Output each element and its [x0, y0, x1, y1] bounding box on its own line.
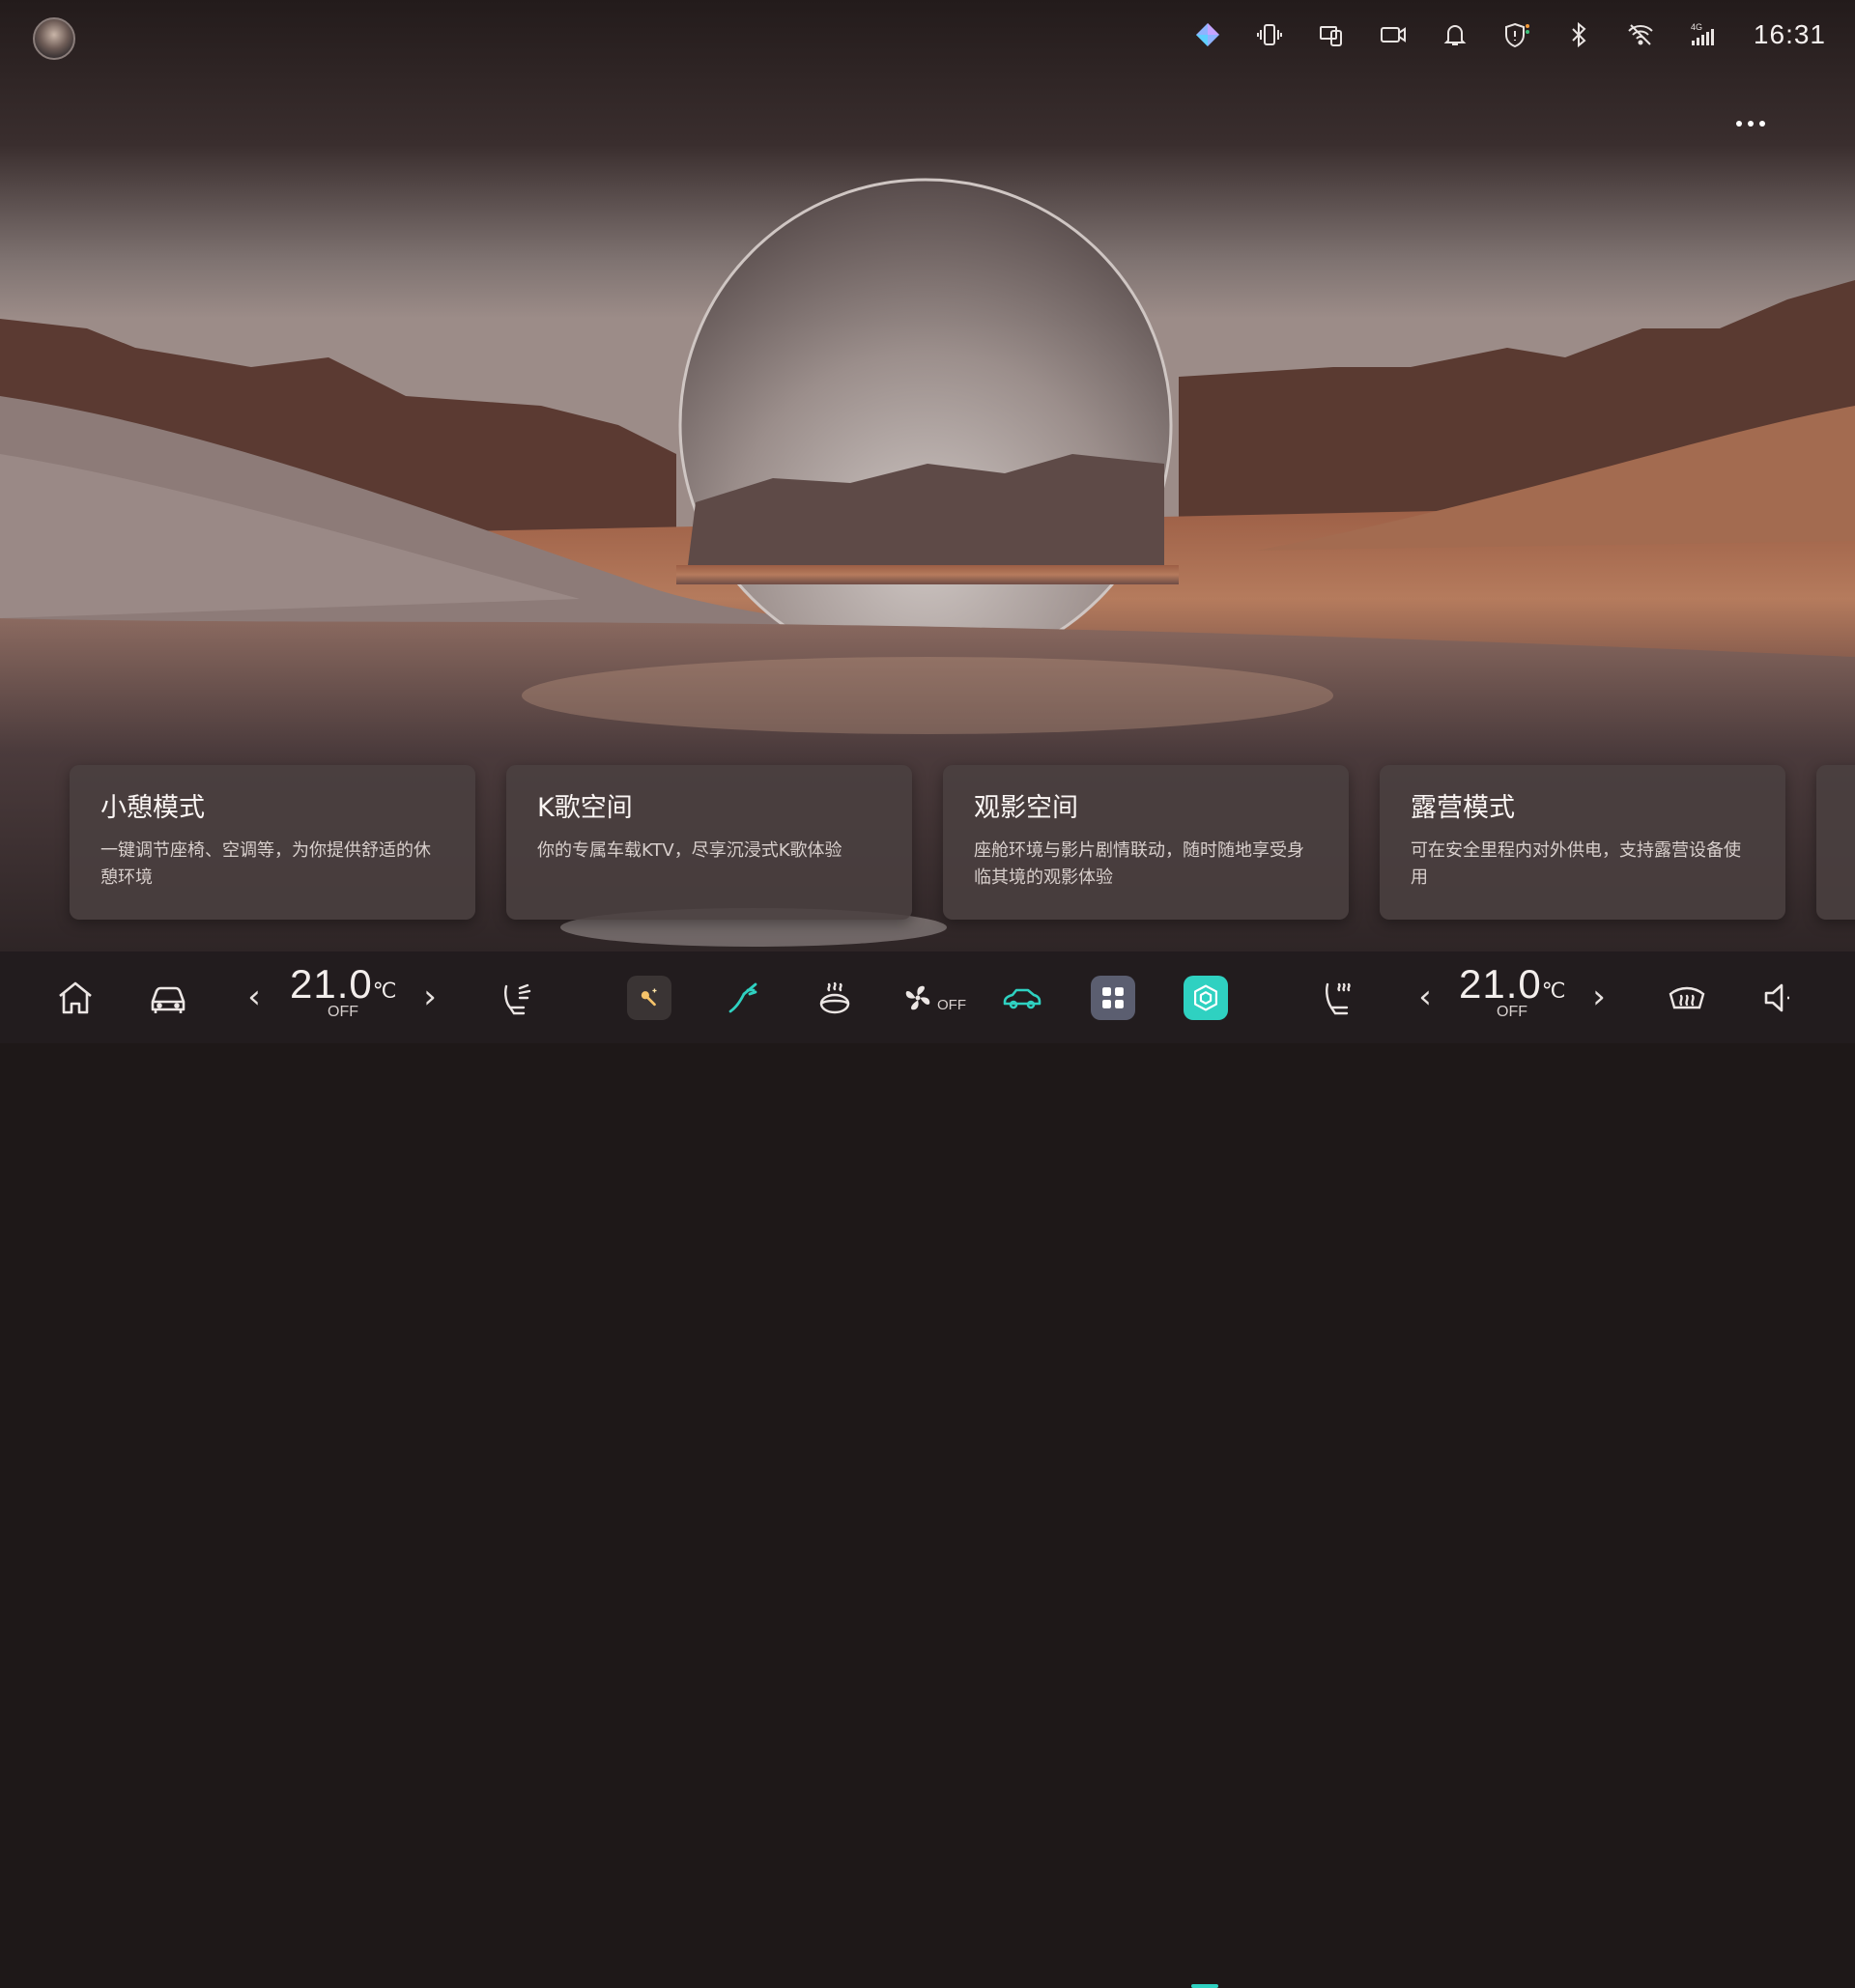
more-dot-icon — [1748, 121, 1754, 127]
right-temperature[interactable]: 21.0℃ OFF — [1459, 961, 1565, 1021]
more-dot-icon — [1759, 121, 1765, 127]
more-dot-icon — [1736, 121, 1742, 127]
card-desc: 座舱环境与影片剧情联动，随时随地享受身临其境的观影体验 — [974, 840, 1304, 888]
left-temp-value: 21.0 — [290, 961, 373, 1007]
card-title: 观影空间 — [974, 793, 1078, 823]
card-partial-next[interactable] — [1816, 765, 1855, 920]
magic-wand-icon — [627, 976, 671, 1020]
heated-seat-icon[interactable] — [1316, 969, 1362, 1027]
fan-icon — [905, 985, 930, 1010]
scene-mode-icon — [1184, 976, 1228, 1020]
scene-mode-button[interactable] — [1183, 969, 1229, 1027]
card-title: K歌空间 — [537, 793, 633, 823]
card-desc: 可在安全里程内对外供电，支持露营设备使用 — [1411, 840, 1741, 888]
camera-icon[interactable] — [1377, 18, 1410, 51]
wifi-icon[interactable] — [1624, 18, 1657, 51]
home-icon[interactable] — [52, 969, 99, 1027]
magic-wand-button[interactable] — [626, 969, 672, 1027]
clock: 16:31 — [1753, 19, 1826, 49]
wiper-icon[interactable] — [721, 969, 767, 1027]
screen-cast-icon[interactable] — [1315, 18, 1348, 51]
card-karaoke-space[interactable]: K歌空间 你的专属车载KTV，尽享沉浸式K歌体验 — [506, 765, 912, 920]
seat-heat-icon[interactable] — [812, 969, 858, 1027]
svg-text:4G: 4G — [1691, 22, 1702, 32]
seat-airflow-icon[interactable] — [495, 969, 541, 1027]
card-cinema-space[interactable]: 观影空间 座舱环境与影片剧情联动，随时随地享受身临其境的观影体验 — [943, 765, 1349, 920]
bell-icon[interactable] — [1439, 18, 1471, 51]
status-bar: 4G 16:31 — [1191, 14, 1826, 56]
card-rest-mode[interactable]: 小憩模式 一键调节座椅、空调等，为你提供舒适的休憩环境 — [70, 765, 475, 920]
right-temp-increase-button[interactable]: › — [1584, 973, 1613, 1021]
app-grid-button[interactable] — [1090, 969, 1136, 1027]
volume-icon[interactable] — [1756, 969, 1803, 1027]
card-desc: 一键调节座椅、空调等，为你提供舒适的休憩环境 — [100, 840, 431, 888]
card-desc: 你的专属车载KTV，尽享沉浸式K歌体验 — [537, 840, 842, 861]
more-menu-button[interactable] — [1729, 106, 1772, 141]
card-camping-mode[interactable]: 露营模式 可在安全里程内对外供电，支持露营设备使用 — [1380, 765, 1785, 920]
right-temp-decrease-button[interactable]: ‹ — [1411, 973, 1440, 1021]
bluetooth-icon[interactable] — [1562, 18, 1595, 51]
phone-vibrate-icon[interactable] — [1253, 18, 1286, 51]
fan-state: OFF — [937, 996, 966, 1013]
car-outline-icon[interactable] — [999, 969, 1045, 1027]
assistant-gem-icon[interactable] — [1191, 18, 1224, 51]
left-temp-decrease-button[interactable]: ‹ — [240, 973, 269, 1021]
left-temp-increase-button[interactable]: › — [415, 973, 444, 1021]
bottom-dock: ‹ 21.0℃ OFF › OFF ‹ 21.0℃ OFF › — [0, 951, 1855, 1988]
signal-4g-icon: 4G — [1686, 18, 1719, 51]
scene-cards: 小憩模式 一键调节座椅、空调等，为你提供舒适的休憩环境 K歌空间 你的专属车载K… — [70, 765, 1855, 920]
defrost-icon[interactable] — [1664, 969, 1710, 1027]
left-temperature[interactable]: 21.0℃ OFF — [290, 961, 396, 1021]
card-title: 小憩模式 — [100, 793, 205, 823]
left-temp-unit: ℃ — [372, 979, 398, 1003]
card-title: 露营模式 — [1411, 793, 1515, 823]
shield-icon[interactable] — [1500, 18, 1533, 51]
fan-button[interactable]: OFF — [900, 969, 978, 1027]
app-grid-icon — [1091, 976, 1135, 1020]
active-indicator — [1191, 1984, 1218, 1988]
user-avatar[interactable] — [33, 17, 75, 60]
car-icon[interactable] — [145, 969, 191, 1027]
right-temp-value: 21.0 — [1459, 961, 1542, 1007]
right-temp-unit: ℃ — [1541, 979, 1567, 1003]
